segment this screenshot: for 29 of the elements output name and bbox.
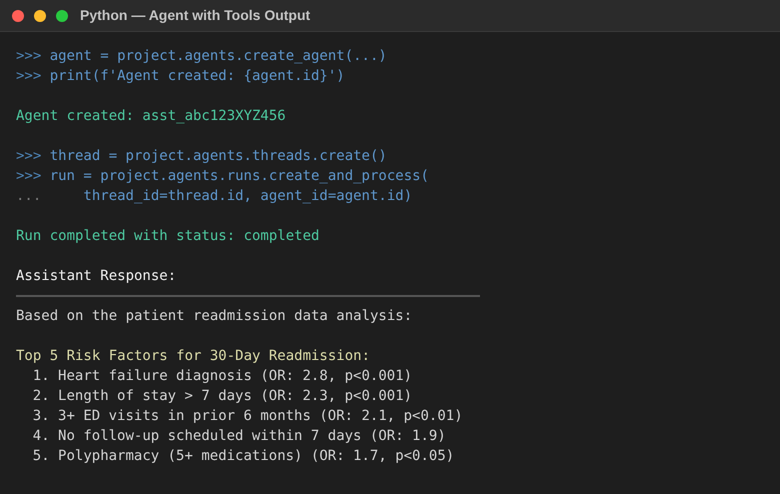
list-item: Polypharmacy (5+ medications) (OR: 1.7, p<0.05) — [58, 447, 454, 466]
maximize-button[interactable] — [56, 10, 68, 22]
prompt-marker: >>> — [16, 47, 42, 66]
list-number: 5. — [32, 447, 50, 466]
minimize-button[interactable] — [34, 10, 46, 22]
prompt-marker: ... — [16, 187, 42, 206]
code-line: thread_id=thread.id, agent_id=agent.id) — [82, 187, 412, 206]
code-line: print(f'Agent created: {agent.id}') — [50, 67, 345, 86]
prompt-marker: >>> — [16, 67, 42, 86]
list-item: 3+ ED visits in prior 6 months (OR: 2.1, p<0.01) — [58, 407, 463, 426]
output-line: Run completed with status: completed — [16, 227, 320, 246]
list-item: No follow-up scheduled within 7 days (OR: 1.9) — [58, 427, 446, 446]
code-line: agent = project.agents.create_agent(...) — [50, 47, 387, 66]
code-line: thread = project.agents.threads.create() — [50, 147, 387, 166]
list-item: Length of stay > 7 days (OR: 2.3, p<0.001) — [58, 387, 412, 406]
code-line: run = project.agents.runs.create_and_process( — [50, 167, 429, 186]
response-heading: Assistant Response: — [16, 267, 176, 286]
list-number: 2. — [32, 387, 50, 406]
prompt-marker: >>> — [16, 167, 42, 186]
list-number: 3. — [32, 407, 50, 426]
section-heading: Top 5 Risk Factors for 30-Day Readmission: — [16, 347, 370, 366]
close-button[interactable] — [12, 10, 24, 22]
list-item: Heart failure diagnosis (OR: 2.8, p<0.001) — [58, 367, 412, 386]
output-line: Agent created: asst_abc123XYZ456 — [16, 107, 286, 126]
window-title: Python — Agent with Tools Output — [80, 6, 310, 25]
list-number: 4. — [32, 427, 50, 446]
list-number: 1. — [32, 367, 50, 386]
prompt-marker: >>> — [16, 147, 42, 166]
response-text: Based on the patient readmission data analysis: — [16, 307, 412, 326]
